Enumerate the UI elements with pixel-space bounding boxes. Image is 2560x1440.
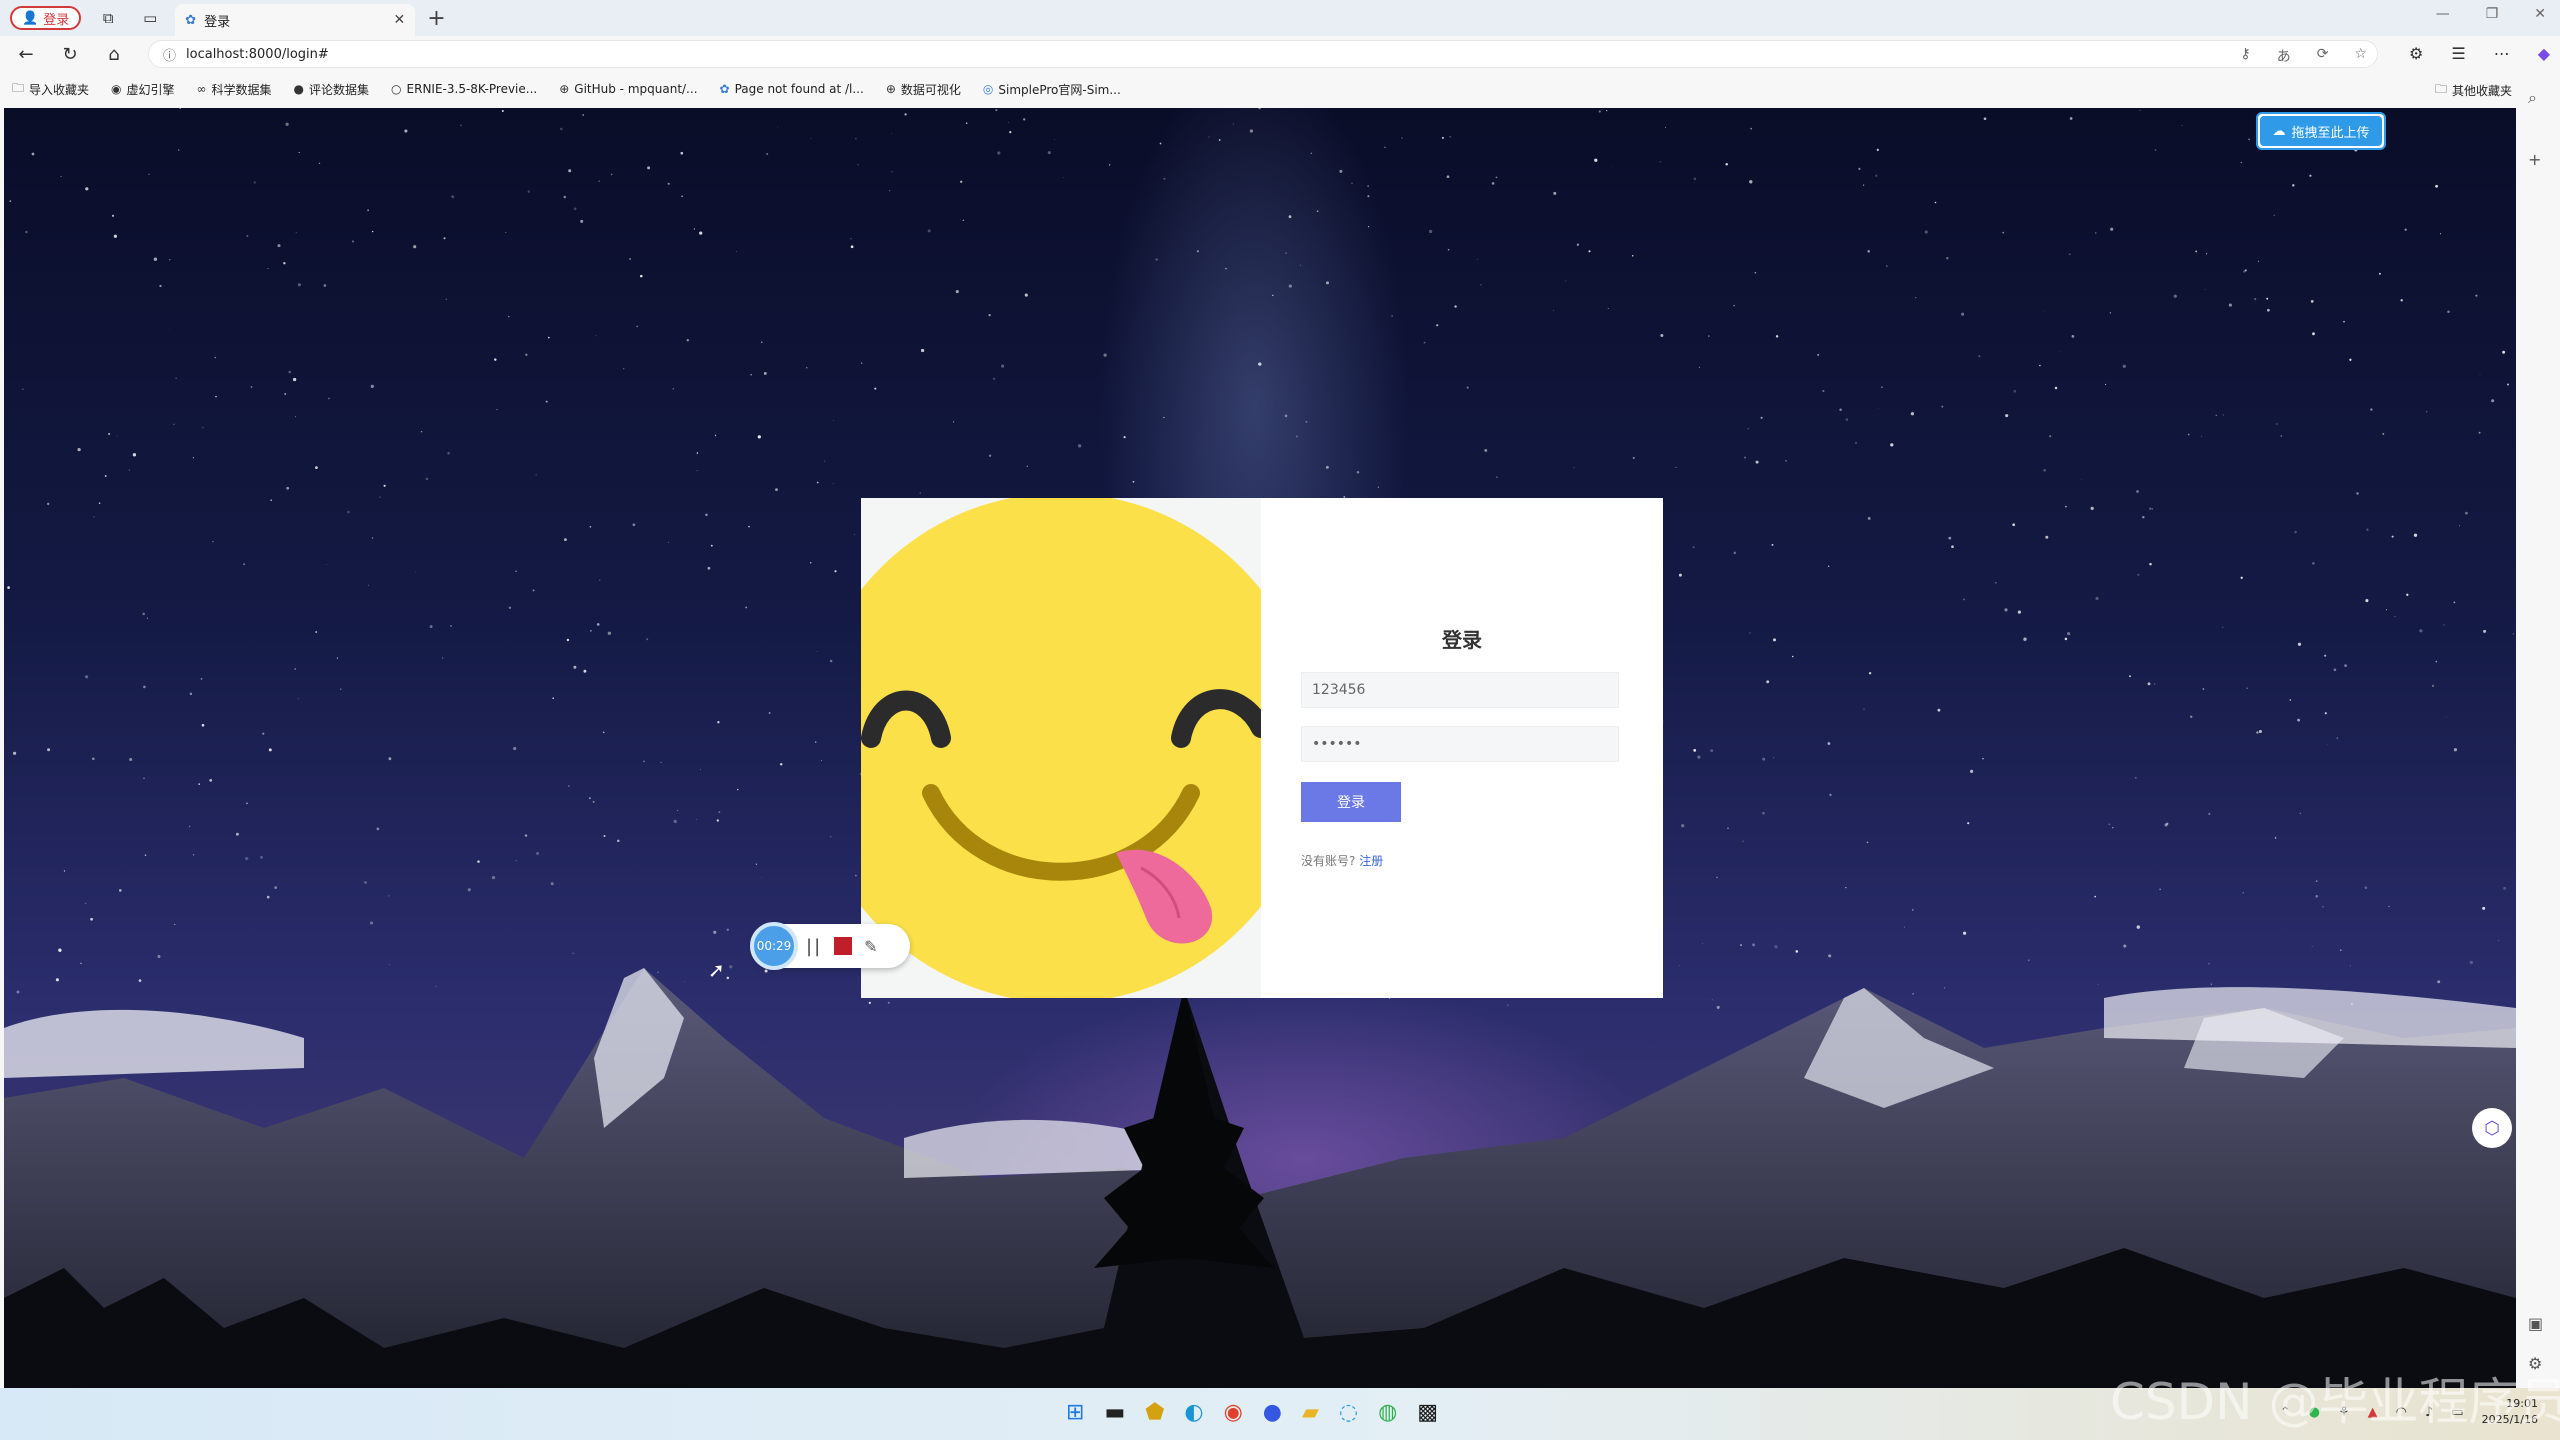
star-icon[interactable]: ☆ bbox=[2354, 46, 2367, 66]
terminal-icon[interactable]: ▬ bbox=[1104, 1400, 1125, 1425]
link-icon: ∞ bbox=[196, 82, 207, 96]
search-icon[interactable]: ⌕ bbox=[2528, 88, 2537, 108]
register-link[interactable]: 注册 bbox=[1359, 854, 1383, 868]
workspaces-icon[interactable]: ⧉ bbox=[93, 3, 123, 33]
page-viewport: ☁ 拖拽至此上传 登录 登录 没有账号? 注册 00: bbox=[4, 108, 2516, 1388]
drag-upload-button[interactable]: ☁ 拖拽至此上传 bbox=[2256, 112, 2386, 150]
back-icon[interactable]: ← bbox=[8, 44, 44, 65]
bookmark-item[interactable]: ⊕ 数据可视化 bbox=[886, 81, 961, 98]
bookmarks-bar: 🗀 导入收藏夹 ◉ 虚幻引擎 ∞ 科学数据集 ● 评论数据集 ○ ERNIE-3.5-8K… bbox=[0, 72, 2560, 106]
bookmark-item[interactable]: ∞ 科学数据集 bbox=[197, 81, 272, 98]
chrome-icon[interactable]: ◉ bbox=[1224, 1400, 1243, 1425]
chat-icon[interactable]: ◌ bbox=[1339, 1400, 1358, 1425]
screen-recorder-widget: 00:29 || ✎ bbox=[750, 922, 910, 970]
folder-icon: 🗀 bbox=[2434, 82, 2447, 96]
url-text: localhost:8000/login# bbox=[186, 46, 329, 62]
minimize-icon[interactable]: — bbox=[2436, 6, 2450, 22]
upload-label: 拖拽至此上传 bbox=[2291, 125, 2370, 141]
wechat-icon[interactable]: ◍ bbox=[1378, 1400, 1397, 1425]
app-circle-icon[interactable]: ● bbox=[1263, 1400, 1282, 1425]
bookmark-item[interactable]: ◉ 虚幻引擎 bbox=[111, 81, 175, 98]
bookmark-item[interactable]: ○ ERNIE-3.5-8K-Previe... bbox=[391, 82, 537, 96]
mouse-cursor-icon: ➚ bbox=[708, 958, 725, 982]
bookmark-item[interactable]: ● 评论数据集 bbox=[294, 81, 370, 98]
restore-icon[interactable]: ❐ bbox=[2486, 6, 2499, 22]
shield-app-icon[interactable]: ⬟ bbox=[1145, 1400, 1164, 1425]
login-form: 登录 登录 没有账号? 注册 bbox=[1261, 498, 1663, 998]
tab-actions-icon[interactable]: ▭ bbox=[135, 3, 165, 33]
no-account-text: 没有账号? bbox=[1301, 854, 1356, 868]
tab-favicon-icon: ✿ bbox=[185, 12, 197, 28]
unreal-icon: ◉ bbox=[111, 82, 122, 96]
new-tab-button[interactable]: + bbox=[427, 6, 445, 31]
close-window-icon[interactable]: ✕ bbox=[2534, 6, 2546, 22]
person-icon: 👤 bbox=[22, 10, 39, 26]
username-input[interactable] bbox=[1301, 672, 1619, 708]
address-input[interactable]: ⓘ localhost:8000/login# ⚷ あ ⟳ ☆ bbox=[148, 40, 2378, 68]
sync-icon[interactable]: ⟳ bbox=[2317, 46, 2329, 66]
simplepro-icon: ◎ bbox=[982, 82, 994, 96]
pen-icon[interactable]: ✎ bbox=[864, 937, 877, 956]
stop-icon[interactable] bbox=[834, 937, 853, 955]
favorites-icon[interactable]: ☰ bbox=[2451, 44, 2465, 63]
ernie-icon: ○ bbox=[391, 82, 402, 96]
bookmark-item[interactable]: ◎ SimplePro官网-Sim... bbox=[983, 81, 1121, 98]
key-icon[interactable]: ⚷ bbox=[2240, 46, 2250, 66]
globe-icon: ⊕ bbox=[559, 82, 570, 96]
bookmark-item[interactable]: ⊕ GitHub - mpquant/... bbox=[559, 82, 697, 96]
github-icon: ● bbox=[293, 82, 305, 96]
close-tab-icon[interactable]: ✕ bbox=[393, 12, 405, 28]
pause-icon[interactable]: || bbox=[806, 936, 822, 957]
password-input[interactable] bbox=[1301, 726, 1619, 762]
pycharm-icon[interactable]: ▩ bbox=[1417, 1400, 1438, 1425]
address-toolbar: ← ↻ ⌂ ⓘ localhost:8000/login# ⚷ あ ⟳ ☆ ⚙ … bbox=[0, 36, 2560, 72]
copilot-icon[interactable]: ◆ bbox=[2538, 44, 2550, 63]
tab-login[interactable]: ✿ 登录 ✕ bbox=[175, 4, 416, 36]
recording-timer: 00:29 bbox=[750, 922, 798, 970]
bookmark-item[interactable]: 🗀 导入收藏夹 bbox=[12, 79, 89, 100]
more-icon[interactable]: ⋯ bbox=[2494, 44, 2510, 63]
register-prompt: 没有账号? 注册 bbox=[1301, 852, 1383, 869]
globe-icon: ⊕ bbox=[885, 82, 896, 96]
profile-button[interactable]: 👤 登录 bbox=[10, 6, 82, 30]
refresh-icon[interactable]: ↻ bbox=[52, 44, 88, 65]
extensions-icon[interactable]: ⚙ bbox=[2409, 44, 2423, 63]
file-explorer-icon[interactable]: ▰ bbox=[1302, 1400, 1319, 1425]
login-button[interactable]: 登录 bbox=[1301, 782, 1401, 822]
tab-title: 登录 bbox=[204, 14, 231, 30]
screen-icon[interactable]: ▣ bbox=[2528, 1314, 2543, 1333]
tongue-smiley-icon bbox=[861, 498, 1261, 998]
csdn-watermark: CSDN @毕业程序员 bbox=[2110, 1373, 2560, 1431]
mountain-landscape bbox=[4, 968, 2516, 1388]
floating-assistant-icon[interactable]: ⬡ bbox=[2472, 1108, 2512, 1148]
django-icon: ✿ bbox=[719, 82, 730, 96]
info-icon[interactable]: ⓘ bbox=[163, 45, 176, 64]
home-icon[interactable]: ⌂ bbox=[96, 44, 132, 65]
login-card: 登录 登录 没有账号? 注册 bbox=[861, 498, 1663, 998]
smiley-illustration bbox=[861, 498, 1261, 998]
translate-icon[interactable]: あ bbox=[2277, 46, 2291, 66]
cloud-upload-icon: ☁ bbox=[2272, 123, 2286, 139]
folder-icon: 🗀 bbox=[12, 80, 25, 95]
edge-sidebar: ⌕ + ▣ ⚙ bbox=[2516, 72, 2560, 1388]
profile-label: 登录 bbox=[43, 12, 70, 28]
window-controls: — ❐ ✕ bbox=[2436, 6, 2546, 22]
other-bookmarks[interactable]: 🗀 其他收藏夹 bbox=[2435, 80, 2512, 101]
windows-start-icon[interactable]: ⊞ bbox=[1066, 1400, 1084, 1425]
login-title: 登录 bbox=[1442, 628, 1482, 652]
edge-browser-icon[interactable]: ◐ bbox=[1184, 1400, 1203, 1425]
bookmark-item[interactable]: ✿ Page not found at /l... bbox=[720, 82, 864, 96]
browser-titlebar: 👤 登录 ⧉ ▭ ✿ 登录 ✕ + — ❐ ✕ bbox=[0, 0, 2560, 36]
add-icon[interactable]: + bbox=[2528, 150, 2541, 169]
